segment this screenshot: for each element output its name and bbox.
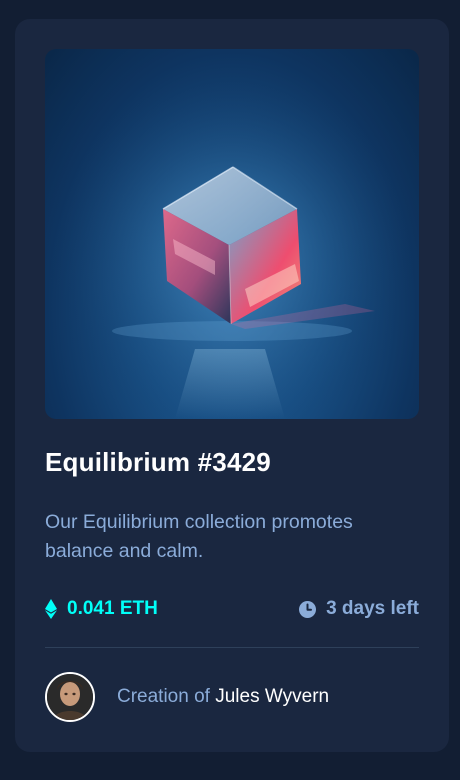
nft-image[interactable] xyxy=(45,49,419,419)
card-title[interactable]: Equilibrium #3429 xyxy=(45,447,271,478)
time-stat: 3 days left xyxy=(299,598,419,620)
card-stats: 0.041 ETH 3 days left xyxy=(45,596,419,622)
ethereum-icon xyxy=(45,599,57,619)
time-left-value: 3 days left xyxy=(326,598,419,619)
cube-illustration xyxy=(45,49,419,419)
creator-prefix: Creation of xyxy=(117,686,210,707)
creator-credit: Creation of Jules Wyvern xyxy=(117,686,329,708)
creator-name-link[interactable]: Jules Wyvern xyxy=(215,686,329,707)
nft-card: Equilibrium #3429 Our Equilibrium collec… xyxy=(15,19,449,752)
divider xyxy=(45,647,419,648)
clock-icon xyxy=(299,600,317,618)
price-value: 0.041 ETH xyxy=(67,598,158,619)
creator-row: Creation of Jules Wyvern xyxy=(45,672,329,722)
card-description: Our Equilibrium collection promotes bala… xyxy=(45,511,353,562)
price-stat: 0.041 ETH xyxy=(45,598,158,620)
avatar xyxy=(45,672,95,722)
